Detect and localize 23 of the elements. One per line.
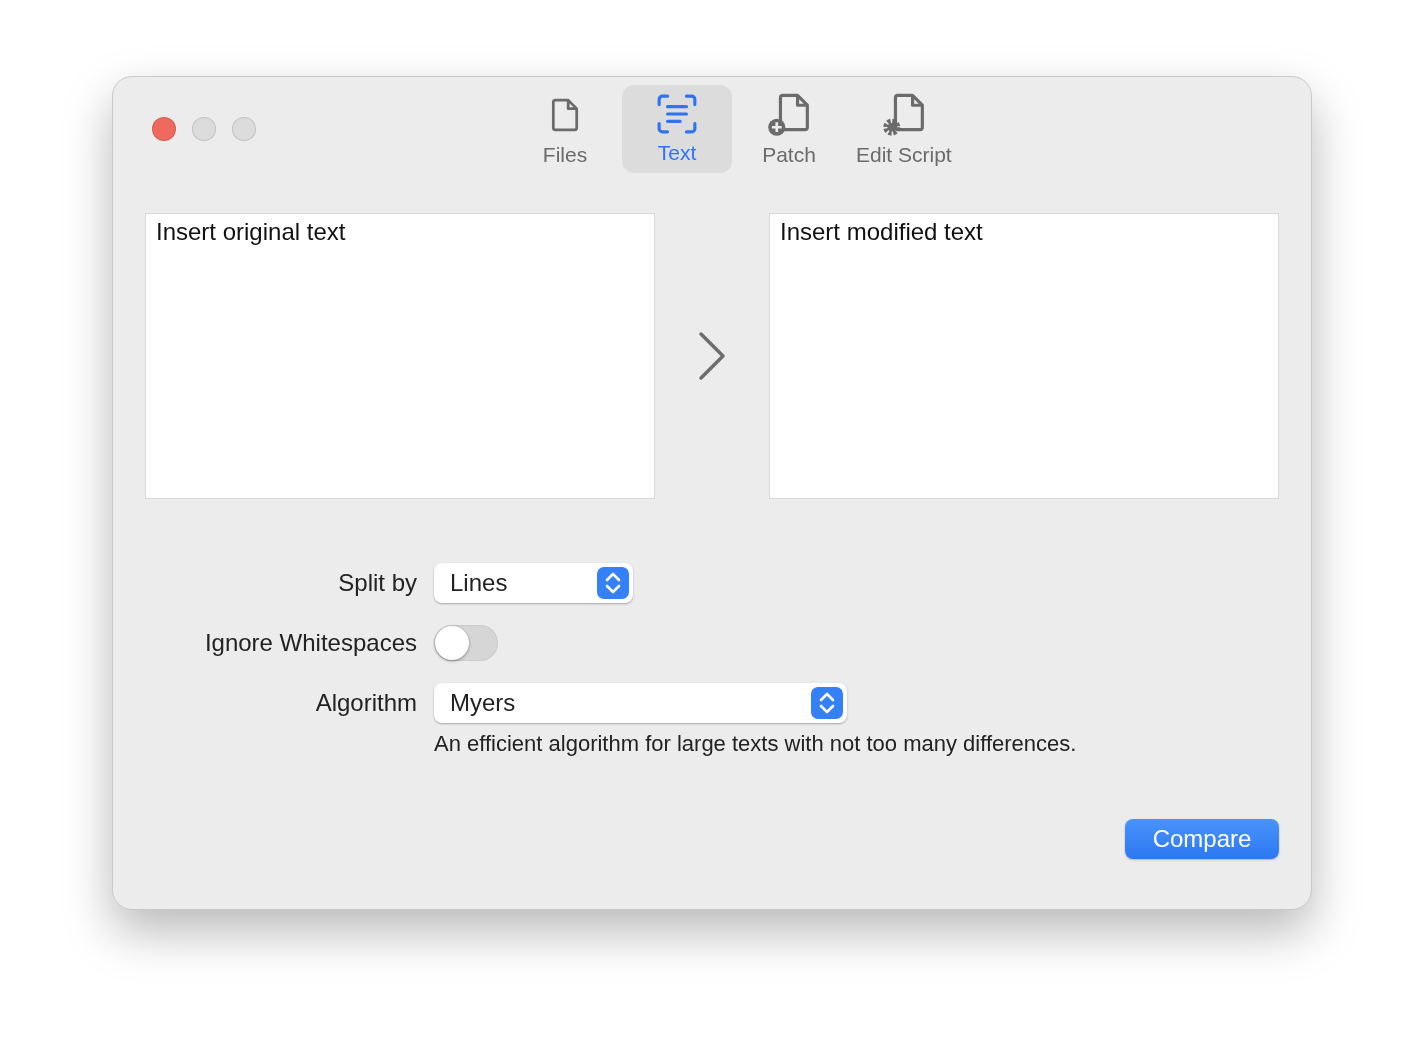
text-editor[interactable]: Insert modified text: [769, 213, 1279, 499]
zoom-button[interactable]: [232, 117, 256, 141]
text-scan-icon: [656, 93, 698, 135]
text-editor[interactable]: Insert original text: [145, 213, 655, 499]
toggle-switch[interactable]: [434, 625, 498, 661]
option-label: Split by: [337, 569, 417, 597]
document-plus-icon: [767, 93, 811, 137]
minimize-button[interactable]: [192, 117, 216, 141]
toolbar-tab[interactable]: Text: [622, 85, 732, 173]
toolbar-tab[interactable]: Files: [510, 85, 620, 173]
option-label: Algorithm: [314, 689, 417, 717]
toolbar-tab[interactable]: Edit Script: [846, 85, 962, 173]
option-label: Ignore Whitespaces: [203, 629, 417, 657]
toolbar-tab[interactable]: Patch: [734, 85, 844, 173]
popup-select[interactable]: Lines: [434, 563, 633, 603]
stepper-icon: [811, 687, 843, 719]
popup-select[interactable]: Myers: [434, 683, 847, 723]
close-button[interactable]: [152, 117, 176, 141]
algorithm-description: An efficient algorithm for large texts with not too many differences.: [434, 731, 1078, 757]
compare-button[interactable]: Compare: [1125, 819, 1279, 859]
document-gear-icon: [881, 93, 926, 137]
chevron-right-icon: [697, 331, 727, 381]
stepper-icon: [597, 567, 629, 599]
